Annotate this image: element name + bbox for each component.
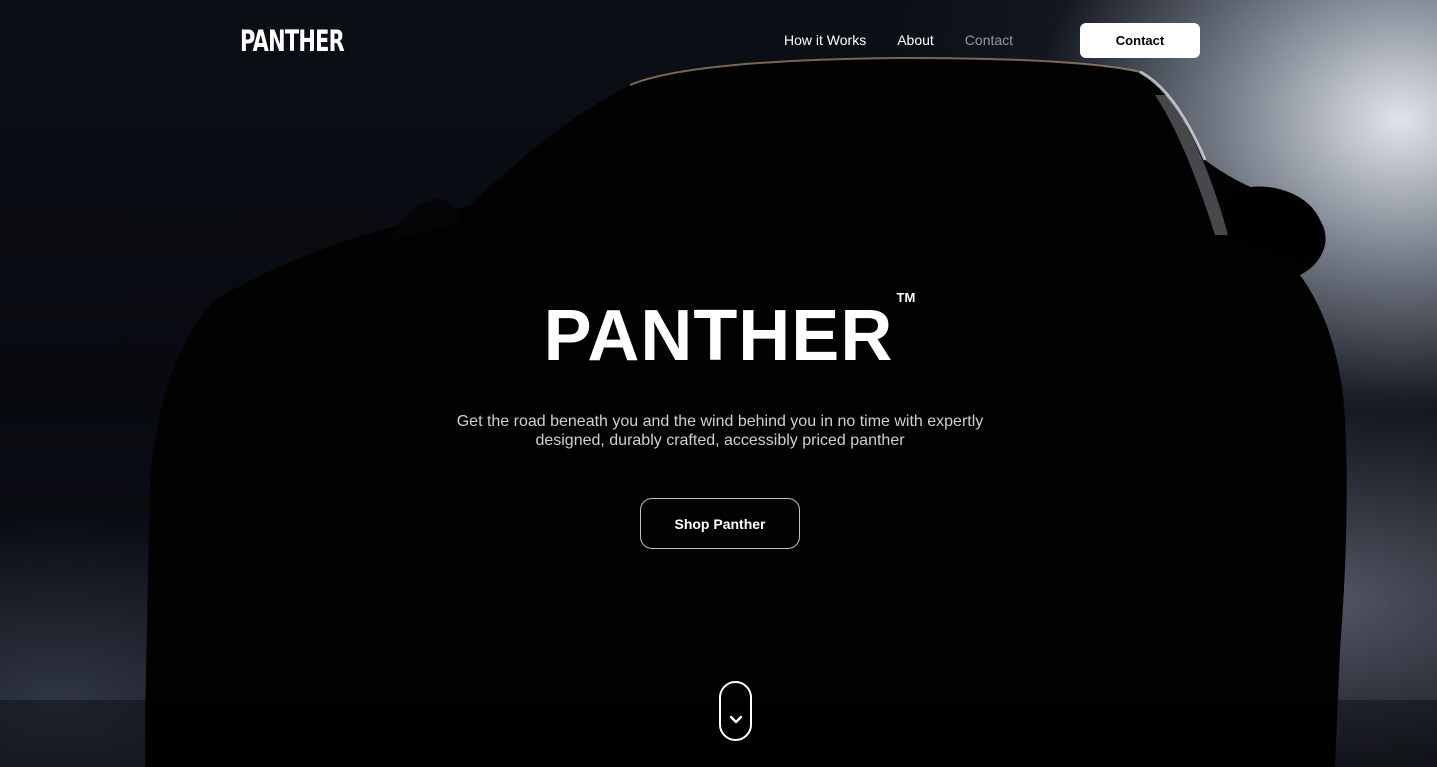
shop-panther-button[interactable]: Shop Panther — [640, 498, 800, 549]
hero-heading: PANTHER TM — [0, 290, 1437, 376]
nav-links: How it Works About Contact — [784, 32, 1013, 48]
top-navigation: PANTHER How it Works About Contact Conta… — [0, 0, 1437, 82]
nav-link-contact[interactable]: Contact — [965, 32, 1013, 48]
nav-link-about[interactable]: About — [897, 32, 934, 48]
nav-link-how-it-works[interactable]: How it Works — [784, 32, 866, 48]
hero-section: PANTHER How it Works About Contact Conta… — [0, 0, 1437, 767]
hero-subtitle-line-1: Get the road beneath you and the wind be… — [456, 413, 984, 430]
hero-title-wrap: PANTHER TM — [543, 290, 916, 376]
contact-button[interactable]: Contact — [1080, 23, 1200, 58]
scroll-down-button[interactable] — [719, 681, 752, 741]
hero-subtitle-line-2: designed, durably crafted, accessibly pr… — [535, 432, 905, 449]
brand-logo[interactable]: PANTHER — [240, 24, 345, 58]
chevron-down-icon — [729, 715, 742, 724]
trademark-mark: TM — [896, 290, 916, 305]
car-silhouette-image — [0, 56, 1437, 767]
hero-subtitle: Get the road beneath you and the wind be… — [418, 412, 1022, 450]
hero-title: PANTHER — [543, 296, 894, 376]
